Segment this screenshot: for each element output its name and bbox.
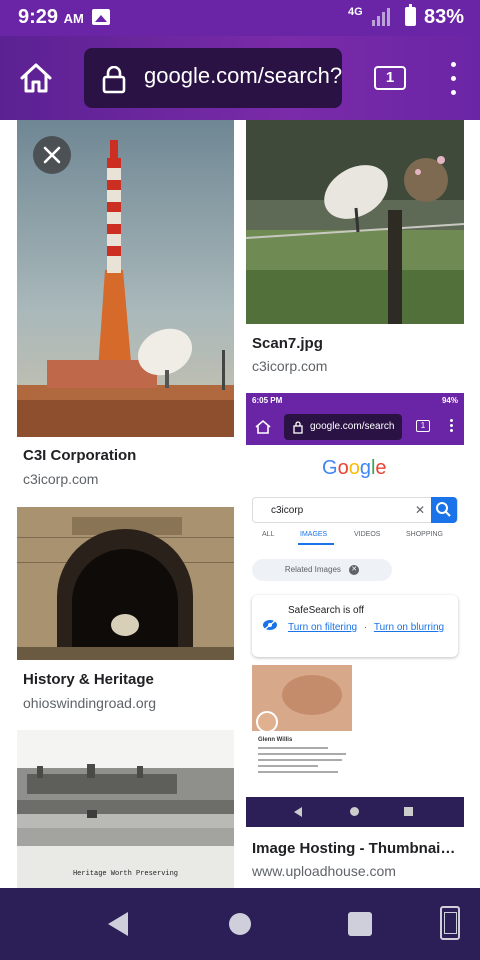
inner-battery: 94%	[441, 396, 458, 405]
inner-avatar	[256, 711, 278, 733]
result-thumbnail[interactable]: 6:05 PM 94% google.com/search 1 Google c…	[246, 393, 464, 827]
inner-filter-link: Turn on filtering	[288, 622, 358, 633]
recents-button[interactable]	[348, 912, 372, 936]
inner-safesearch-title: SafeSearch is off	[288, 605, 364, 616]
inner-tab-videos: VIDEOS	[354, 531, 381, 538]
inner-tab-count: 1	[416, 420, 430, 432]
close-preview-button[interactable]	[33, 136, 71, 174]
result-thumbnail[interactable]	[246, 120, 464, 324]
status-time: 9:29 AM	[18, 6, 84, 28]
inner-search-icon	[436, 502, 451, 517]
inner-related-close-icon: ✕	[349, 564, 360, 575]
inner-link-separator: ·	[363, 622, 368, 633]
network-type: 4G	[348, 6, 363, 18]
result-source: c3icorp.com	[252, 358, 328, 374]
inner-lock-icon	[293, 421, 303, 434]
result-card[interactable]: 6:05 PM 94% google.com/search 1 Google c…	[246, 393, 464, 888]
overflow-menu-button[interactable]	[446, 62, 460, 96]
heritage-building-image	[17, 730, 234, 888]
result-title[interactable]: C3I Corporation	[23, 447, 228, 464]
result-card[interactable]: History & Heritage ohioswindingroad.org	[17, 507, 234, 717]
result-source: ohioswindingroad.org	[23, 695, 157, 711]
inner-related-chip: Related Images ✕	[252, 559, 392, 581]
result-card[interactable]: Scan7.jpg c3icorp.com	[246, 120, 464, 380]
device-icon[interactable]	[440, 906, 460, 940]
inner-tab-all: ALL	[262, 531, 275, 538]
result-title[interactable]: Scan7.jpg	[252, 335, 458, 352]
inner-query: c3icorp	[271, 505, 304, 516]
result-card[interactable]: Heritage Worth Preserving	[17, 730, 234, 888]
browser-toolbar: google.com/search? 1	[0, 36, 480, 120]
inner-status-bar: 6:05 PM 94%	[246, 393, 464, 409]
inner-nav-bar	[246, 797, 464, 827]
inner-post-text-lines	[258, 747, 348, 787]
inner-tab-shopping: SHOPPING	[406, 531, 443, 538]
home-nav-button[interactable]	[229, 913, 251, 935]
inner-safesearch-card: SafeSearch is off Turn on filtering · Tu…	[252, 595, 458, 657]
result-thumbnail[interactable]	[17, 120, 234, 437]
inner-search-box: c3icorp ✕	[252, 497, 458, 523]
lock-icon	[102, 66, 126, 94]
inner-eye-icon	[263, 619, 277, 631]
signal-icon	[372, 8, 392, 26]
result-source: c3icorp.com	[23, 471, 99, 487]
inner-menu-icon	[450, 419, 453, 433]
system-nav-bar	[0, 888, 480, 960]
result-card[interactable]: C3I Corporation c3icorp.com	[17, 120, 234, 500]
image-notification-icon	[92, 9, 110, 25]
embedded-screenshot: 6:05 PM 94% google.com/search 1 Google c…	[246, 393, 464, 827]
tab-switcher-button[interactable]: 1	[374, 66, 406, 90]
tunnel-image	[17, 507, 234, 660]
url-text: google.com/search?	[144, 63, 342, 88]
inner-tabs: ALL IMAGES VIDEOS SHOPPING	[252, 531, 458, 547]
inner-tab-images: IMAGES	[300, 531, 328, 538]
heritage-caption: Heritage Worth Preserving	[72, 870, 179, 878]
inner-toolbar: google.com/search 1	[246, 409, 464, 445]
home-button[interactable]	[14, 56, 58, 100]
inner-blur-link: Turn on blurring	[373, 622, 445, 633]
battery-percent: 83%	[424, 6, 465, 28]
result-thumbnail[interactable]: Heritage Worth Preserving	[17, 730, 234, 888]
inner-related-label: Related Images	[284, 565, 341, 574]
inner-safesearch-links: Turn on filtering · Turn on blurring	[288, 621, 454, 634]
result-title[interactable]: Image Hosting - Thumbnail ...	[252, 840, 458, 857]
inner-post-author: Glenn Willis	[258, 737, 293, 743]
battery-icon	[405, 4, 416, 26]
result-source: www.uploadhouse.com	[252, 863, 396, 879]
google-logo: Google	[322, 457, 387, 479]
result-thumbnail[interactable]	[17, 507, 234, 660]
inner-time: 6:05 PM	[252, 396, 283, 405]
url-bar[interactable]: google.com/search?	[84, 48, 342, 108]
home-icon	[20, 63, 52, 93]
close-icon	[43, 146, 61, 164]
image-results-grid: C3I Corporation c3icorp.com Scan7.jpg c3…	[0, 120, 480, 888]
inner-clear-icon: ✕	[415, 503, 426, 517]
result-title[interactable]: History & Heritage	[23, 671, 228, 688]
status-bar: 9:29 AM 4G 83%	[0, 0, 480, 36]
inner-home-icon	[255, 419, 271, 434]
back-button[interactable]	[108, 912, 128, 936]
inner-search-button	[431, 497, 457, 523]
satellite-dish-image	[246, 120, 464, 324]
